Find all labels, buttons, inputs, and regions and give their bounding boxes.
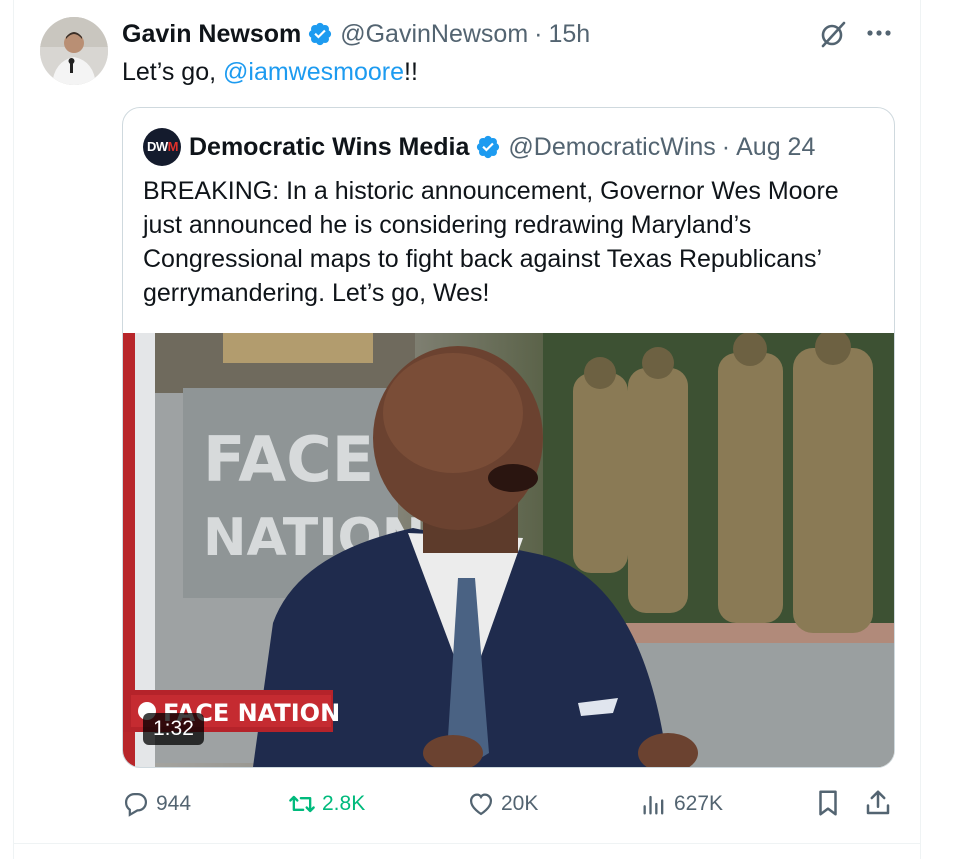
tweet-header: Gavin Newsom @GavinNewsom · 15h (122, 17, 590, 51)
tweet-text-tail: !! (404, 58, 418, 86)
author-handle[interactable]: @GavinNewsom (340, 20, 528, 49)
dwm-logo-text-a: DW (147, 139, 168, 154)
avatar-photo (40, 17, 108, 85)
author-avatar[interactable] (40, 17, 108, 85)
heart-icon (469, 793, 493, 816)
views-button[interactable]: 627K (640, 784, 723, 824)
tweet-text: Let’s go, @iamwesmoore!! (122, 56, 418, 88)
author-name[interactable]: Gavin Newsom (122, 20, 301, 49)
dwm-logo-text-b: M (167, 139, 179, 154)
timeline-left-border (13, 0, 14, 859)
dwm-logo-text: DWM (147, 139, 179, 154)
views-icon (643, 795, 664, 815)
tweet-divider (13, 843, 921, 844)
quoted-author-avatar[interactable]: DWM (143, 128, 181, 166)
meta-separator: · (721, 132, 731, 161)
verified-badge-icon[interactable] (307, 21, 333, 47)
like-count: 20K (501, 792, 539, 815)
tweet-timestamp[interactable]: 15h (549, 20, 591, 49)
tweet-text-lead: Let’s go, (122, 58, 224, 86)
reply-button[interactable]: 944 (122, 784, 191, 824)
reply-count: 944 (156, 792, 192, 815)
quoted-author-name[interactable]: Democratic Wins Media (189, 133, 469, 162)
grok-icon[interactable] (818, 19, 848, 49)
quoted-author-handle[interactable]: @DemocraticWins (508, 133, 715, 162)
video-player[interactable]: FACE NATION FACE NATION 1:32 (123, 333, 894, 767)
quoted-tweet[interactable]: DWM Democratic Wins Media @DemocraticWin… (122, 107, 895, 768)
video-frame: FACE NATION FACE NATION (123, 333, 894, 767)
quoted-tweet-header: DWM Democratic Wins Media @DemocraticWin… (143, 128, 815, 166)
repost-button[interactable]: 2.8K (288, 784, 365, 824)
more-icon[interactable] (862, 18, 896, 48)
views-count: 627K (674, 792, 724, 815)
timeline-right-border (920, 0, 921, 859)
quoted-tweet-text: BREAKING: In a historic announcement, Go… (143, 177, 839, 307)
verified-badge-icon[interactable] (475, 134, 501, 160)
bookmark-icon[interactable] (813, 788, 843, 818)
tweet-actions: 944 2.8K 20K 627K (122, 784, 893, 824)
like-button[interactable]: 20K (467, 784, 538, 824)
mention-link[interactable]: @iamwesmoore (223, 58, 404, 86)
repost-icon (289, 795, 315, 813)
share-icon[interactable] (863, 788, 893, 818)
meta-separator: · (534, 19, 543, 48)
reply-icon (124, 792, 148, 817)
repost-count: 2.8K (322, 792, 366, 815)
quoted-tweet-timestamp[interactable]: Aug 24 (736, 133, 815, 162)
video-duration: 1:32 (143, 713, 204, 745)
backdrop-line-1: FACE (203, 423, 374, 496)
